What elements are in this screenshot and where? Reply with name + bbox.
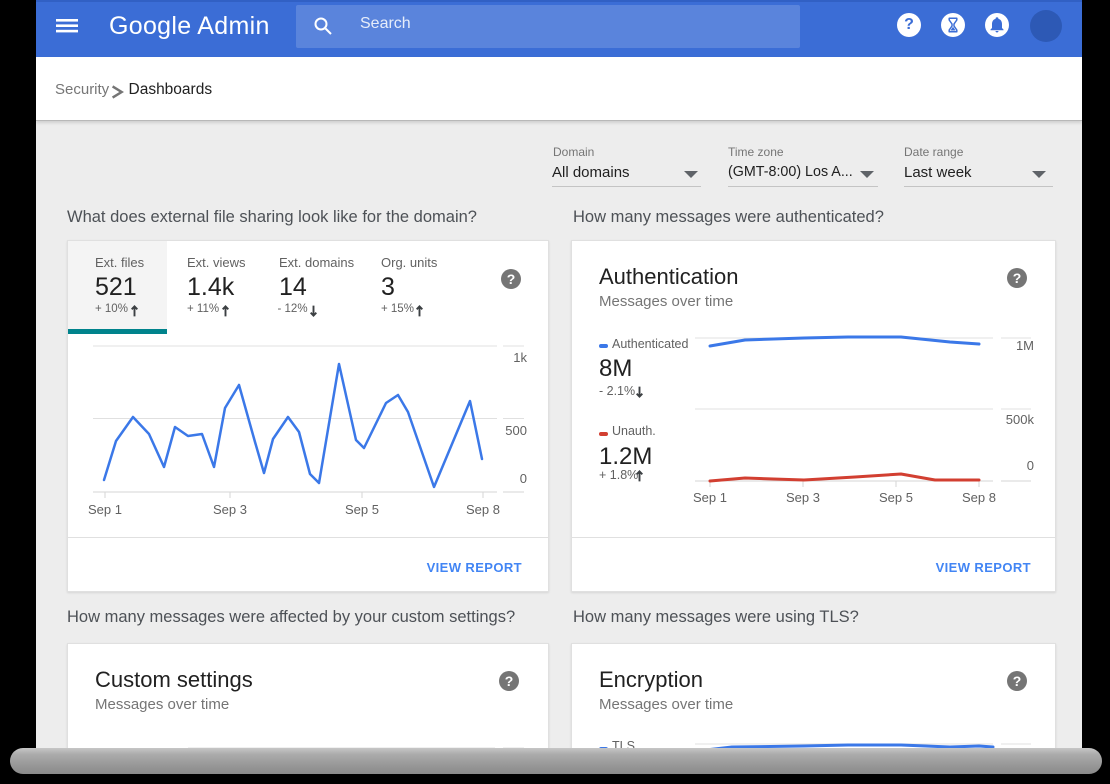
svg-text:0: 0: [520, 471, 527, 486]
svg-text:Sep 1: Sep 1: [88, 502, 122, 517]
svg-text:Sep 8: Sep 8: [962, 490, 996, 505]
svg-text:1k: 1k: [513, 350, 527, 365]
svg-text:Sep 5: Sep 5: [345, 502, 379, 517]
svg-text:Sep 1: Sep 1: [693, 490, 727, 505]
svg-text:1M: 1M: [1016, 338, 1034, 353]
svg-text:500: 500: [505, 423, 527, 438]
svg-text:Sep 5: Sep 5: [879, 490, 913, 505]
svg-text:500k: 500k: [1006, 412, 1035, 427]
svg-text:Sep 3: Sep 3: [786, 490, 820, 505]
svg-text:Sep 8: Sep 8: [466, 502, 500, 517]
svg-text:0: 0: [1027, 458, 1034, 473]
svg-text:Sep 3: Sep 3: [213, 502, 247, 517]
